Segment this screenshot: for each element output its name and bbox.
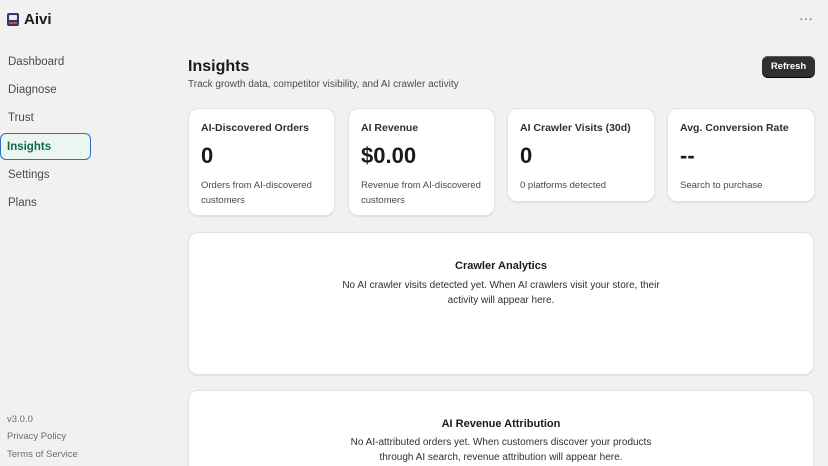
panel-title: Crawler Analytics: [455, 260, 547, 272]
sidebar-item-trust[interactable]: Trust: [0, 104, 91, 131]
stat-value: 0: [520, 143, 533, 168]
top-bar: Aivi ···: [0, 0, 828, 40]
stat-description: Search to purchase: [680, 180, 763, 191]
stat-value: $0.00: [361, 143, 417, 168]
stat-value: --: [680, 143, 695, 168]
app-logo-icon: [7, 13, 19, 26]
sidebar-item-settings[interactable]: Settings: [0, 161, 91, 188]
stat-card-ai-orders: AI-Discovered Orders 0 Orders from AI-di…: [188, 108, 335, 216]
panel-title: AI Revenue Attribution: [441, 418, 561, 430]
panel-empty-text: No AI crawler visits detected yet. When …: [342, 280, 660, 306]
sidebar-item-diagnose[interactable]: Diagnose: [0, 76, 91, 103]
stat-description: 0 platforms detected: [520, 180, 607, 191]
more-horizontal-icon[interactable]: ···: [799, 10, 813, 26]
stat-card-conversion-rate: Avg. Conversion Rate -- Search to purcha…: [667, 108, 815, 202]
app-title: Aivi: [24, 11, 52, 28]
stat-label: AI-Discovered Orders: [201, 122, 309, 134]
app-version: v3.0.0: [7, 414, 33, 425]
sidebar-item-dashboard[interactable]: Dashboard: [0, 48, 91, 75]
ai-revenue-attribution-panel: AI Revenue Attribution No AI-attributed …: [188, 390, 814, 466]
refresh-button[interactable]: Refresh: [762, 56, 815, 77]
stat-label: AI Revenue: [361, 122, 419, 134]
stat-card-crawler-visits: AI Crawler Visits (30d) 0 0 platforms de…: [507, 108, 655, 202]
page-subtitle: Track growth data, competitor visibility…: [188, 79, 459, 90]
stat-value: 0: [201, 143, 214, 168]
stat-label: AI Crawler Visits (30d): [520, 122, 631, 134]
stat-description: Orders from AI-discovered customers: [201, 180, 312, 206]
privacy-policy-link[interactable]: Privacy Policy: [7, 431, 66, 442]
crawler-analytics-panel: Crawler Analytics No AI crawler visits d…: [188, 232, 814, 375]
page-title: Insights: [188, 58, 250, 75]
terms-of-service-link[interactable]: Terms of Service: [7, 449, 78, 460]
panel-empty-text: No AI-attributed orders yet. When custom…: [350, 437, 652, 463]
sidebar-item-insights[interactable]: Insights: [0, 133, 91, 160]
sidebar-item-plans[interactable]: Plans: [0, 189, 91, 216]
stat-label: Avg. Conversion Rate: [680, 122, 789, 134]
stat-card-ai-revenue: AI Revenue $0.00 Revenue from AI-discove…: [348, 108, 495, 216]
stat-description: Revenue from AI-discovered customers: [361, 180, 481, 206]
